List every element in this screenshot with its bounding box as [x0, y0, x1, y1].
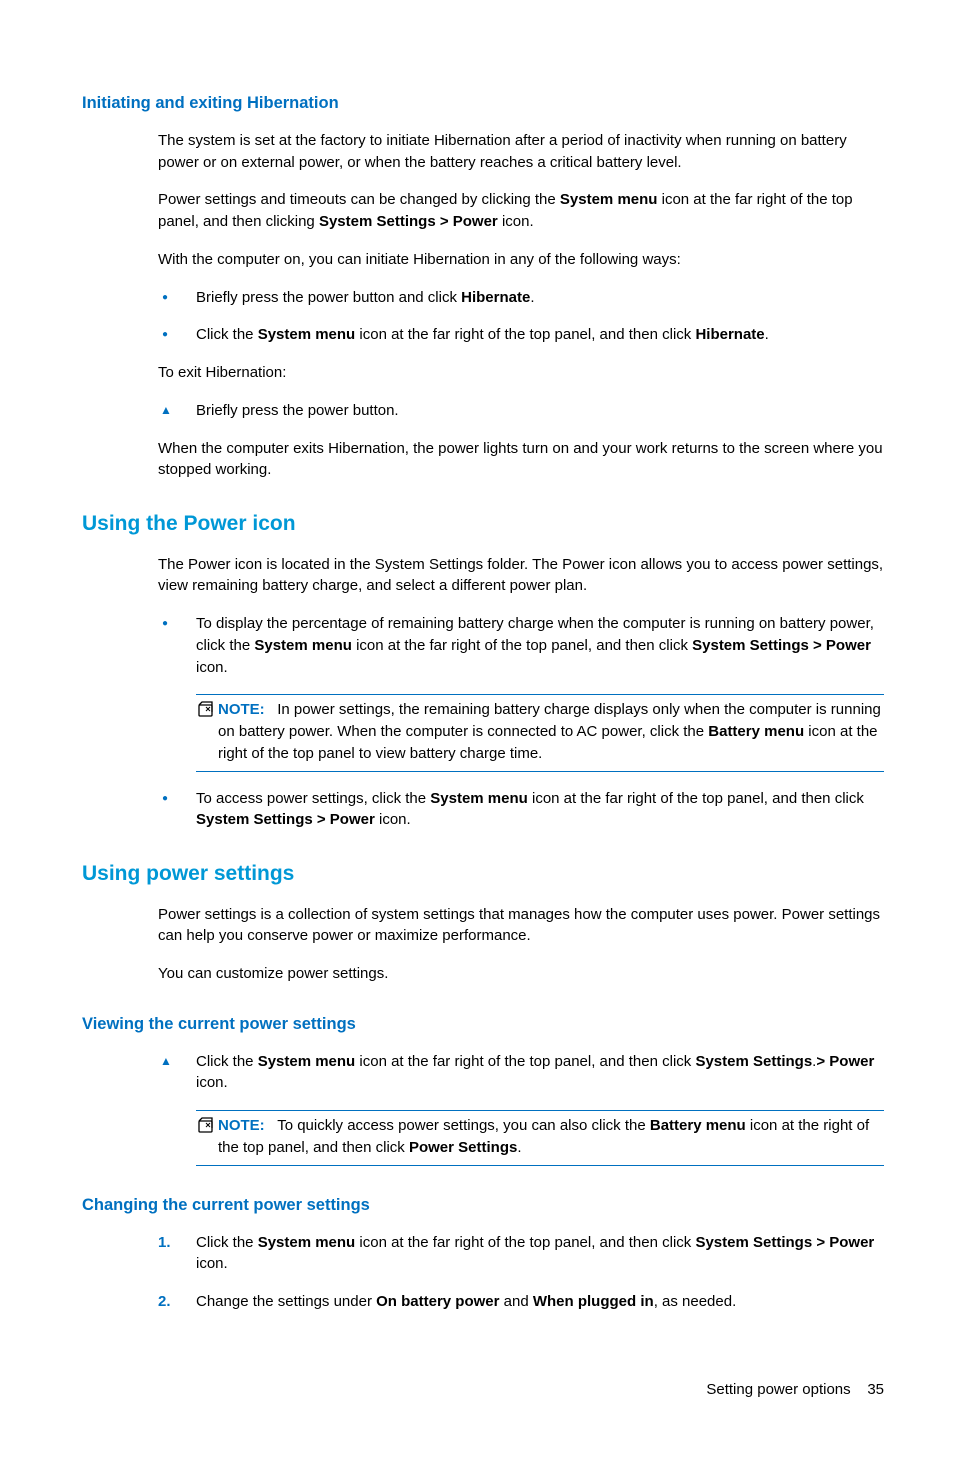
bold-text: Battery menu — [650, 1117, 746, 1134]
bold-text: System menu — [254, 637, 352, 654]
text: Click the — [196, 1234, 258, 1251]
bold-text: Hibernate — [695, 326, 764, 343]
list-item: 2. Change the settings under On battery … — [158, 1291, 884, 1313]
text: Click the — [196, 326, 258, 343]
note-box: NOTE: To quickly access power settings, … — [196, 1110, 884, 1166]
paragraph: Power settings and timeouts can be chang… — [158, 189, 884, 233]
bold-text: On battery power — [376, 1293, 499, 1310]
text: . — [517, 1139, 521, 1156]
section-body: Click the System menu icon at the far ri… — [158, 1051, 884, 1166]
text: icon at the far right of the top panel, … — [355, 1053, 695, 1070]
bold-text: System Settings > Power — [319, 213, 498, 230]
step-list: Click the System menu icon at the far ri… — [158, 1051, 884, 1095]
bold-text: System Settings > Power — [692, 637, 871, 654]
note-text: NOTE: In power settings, the remaining b… — [218, 699, 884, 764]
text: To access power settings, click the — [196, 790, 430, 807]
heading-viewing-power-settings: Viewing the current power settings — [82, 1013, 884, 1037]
bold-text: When plugged in — [533, 1293, 654, 1310]
bullet-list: Briefly press the power button and click… — [158, 287, 884, 347]
list-item: Briefly press the power button. — [158, 400, 884, 422]
bold-text: System menu — [430, 790, 528, 807]
document-page: Initiating and exiting Hibernation The s… — [0, 0, 954, 1461]
paragraph: The system is set at the factory to init… — [158, 130, 884, 174]
step-number: 2. — [158, 1291, 171, 1313]
page-footer: Setting power options 35 — [82, 1379, 884, 1401]
note-text: NOTE: To quickly access power settings, … — [218, 1115, 884, 1159]
paragraph: The Power icon is located in the System … — [158, 554, 884, 598]
note-icon — [196, 701, 216, 719]
list-item: To display the percentage of remaining b… — [158, 613, 884, 678]
text: and — [499, 1293, 532, 1310]
step-number: 1. — [158, 1232, 171, 1254]
paragraph: With the computer on, you can initiate H… — [158, 249, 884, 271]
bullet-list: To access power settings, click the Syst… — [158, 788, 884, 832]
note-label: NOTE: — [218, 1117, 265, 1134]
numbered-list: 1. Click the System menu icon at the far… — [158, 1232, 884, 1313]
bold-text: System menu — [258, 326, 356, 343]
heading-initiating-hibernation: Initiating and exiting Hibernation — [82, 92, 884, 116]
paragraph: When the computer exits Hibernation, the… — [158, 438, 884, 482]
section-body: 1. Click the System menu icon at the far… — [158, 1232, 884, 1313]
list-item: Briefly press the power button and click… — [158, 287, 884, 309]
text: Power settings and timeouts can be chang… — [158, 191, 560, 208]
bullet-list: To display the percentage of remaining b… — [158, 613, 884, 678]
text: icon at the far right of the top panel, … — [355, 1234, 695, 1251]
bold-text: System menu — [560, 191, 658, 208]
heading-changing-power-settings: Changing the current power settings — [82, 1194, 884, 1218]
step-list: Briefly press the power button. — [158, 400, 884, 422]
text: icon. — [196, 659, 228, 676]
heading-using-power-settings: Using power settings — [82, 859, 884, 889]
bold-text: Power Settings — [409, 1139, 517, 1156]
note-box: NOTE: In power settings, the remaining b… — [196, 694, 884, 771]
paragraph: Power settings is a collection of system… — [158, 904, 884, 948]
note-label: NOTE: — [218, 701, 265, 718]
text: icon. — [196, 1074, 228, 1091]
text: . — [765, 326, 769, 343]
section-body: Power settings is a collection of system… — [158, 904, 884, 985]
bold-text: Battery menu — [708, 723, 804, 740]
text: . — [530, 289, 534, 306]
note-icon — [196, 1117, 216, 1135]
text: Briefly press the power button. — [196, 402, 399, 419]
paragraph: To exit Hibernation: — [158, 362, 884, 384]
page-number: 35 — [867, 1381, 884, 1398]
bold-text: System Settings — [695, 1053, 812, 1070]
bold-text: Hibernate — [461, 289, 530, 306]
text: , as needed. — [654, 1293, 737, 1310]
text: To quickly access power settings, you ca… — [277, 1117, 650, 1134]
bold-text: System menu — [258, 1053, 356, 1070]
list-item: To access power settings, click the Syst… — [158, 788, 884, 832]
text: icon. — [498, 213, 534, 230]
list-item: Click the System menu icon at the far ri… — [158, 1051, 884, 1095]
bold-text: System Settings > Power — [695, 1234, 874, 1251]
section-body: The system is set at the factory to init… — [158, 130, 884, 481]
text: icon at the far right of the top panel, … — [355, 326, 695, 343]
list-item: Click the System menu icon at the far ri… — [158, 324, 884, 346]
text: Click the — [196, 1053, 258, 1070]
heading-using-power-icon: Using the Power icon — [82, 509, 884, 539]
bold-text: System Settings > Power — [196, 811, 375, 828]
text: icon at the far right of the top panel, … — [352, 637, 692, 654]
footer-title: Setting power options — [706, 1381, 850, 1398]
list-item: 1. Click the System menu icon at the far… — [158, 1232, 884, 1276]
text: icon. — [375, 811, 411, 828]
text: icon at the far right of the top panel, … — [528, 790, 864, 807]
section-body: The Power icon is located in the System … — [158, 554, 884, 832]
bold-text: > Power — [816, 1053, 874, 1070]
paragraph: You can customize power settings. — [158, 963, 884, 985]
text: Change the settings under — [196, 1293, 376, 1310]
bold-text: System menu — [258, 1234, 356, 1251]
text: Briefly press the power button and click — [196, 289, 461, 306]
